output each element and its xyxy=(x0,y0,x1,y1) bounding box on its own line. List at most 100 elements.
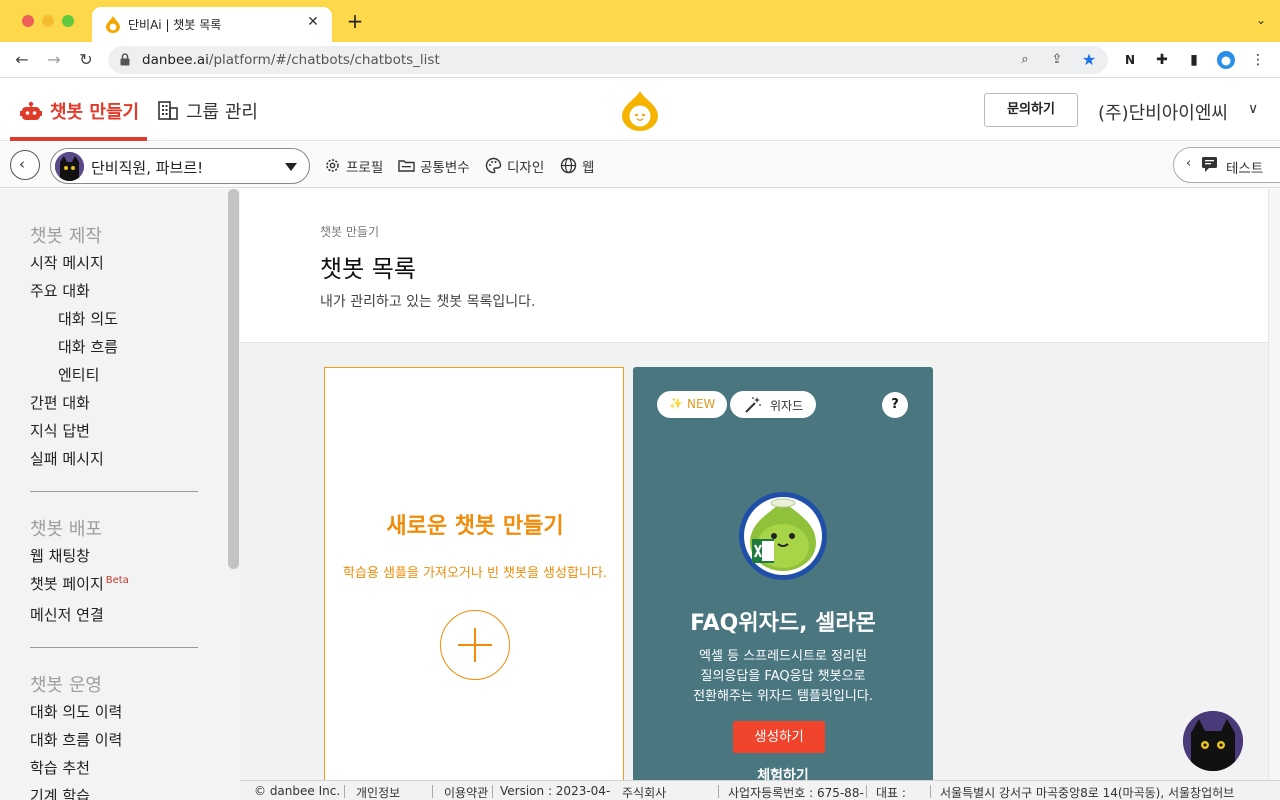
sidebar-section-build: 챗봇 제작 xyxy=(30,226,102,247)
sidebar-item-web-chat[interactable]: 웹 채팅창 xyxy=(30,545,90,566)
sidebar-item-entity[interactable]: 엔티티 xyxy=(58,364,99,385)
wizard-badge-label: 위자드 xyxy=(770,399,804,413)
inquiry-button[interactable]: 문의하기 xyxy=(984,93,1078,127)
danbee-favicon-icon xyxy=(106,16,120,33)
app-header: 챗봇 만들기 그룹 관리 문의하기 (주)단비아이엔씨 ∨ xyxy=(0,79,1280,141)
faq-desc-line1: 엑셀 등 스프레드시트로 정리된 xyxy=(699,649,867,664)
page-header: 챗봇 만들기 챗봇 목록 내가 관리하고 있는 챗봇 목록입니다. xyxy=(240,189,1268,343)
create-button[interactable]: 생성하기 xyxy=(733,721,825,753)
faq-wizard-title: FAQ위자드, 셀라몬 xyxy=(690,611,876,636)
new-chatbot-card[interactable]: 새로운 챗봇 만들기 학습용 샘플을 가져오거나 빈 챗봇을 생성합니다. xyxy=(324,367,624,800)
footer-separator xyxy=(718,785,719,798)
url-path: /platform/#/chatbots/chatbots_list xyxy=(208,52,440,68)
chatbot-toolbar: ‹ 단비직원, 파브르! 프로필 공통변수 디자인 웹 ‹ 테스트 xyxy=(0,142,1280,188)
browser-menu-icon[interactable]: ⋮ xyxy=(1248,50,1268,70)
sidebar-item-intent[interactable]: 대화 의도 xyxy=(58,308,118,329)
sidebar-item-start-message[interactable]: 시작 메시지 xyxy=(30,252,104,273)
footer-bizno: 사업자등록번호 : 675-88- xyxy=(728,786,864,800)
chevron-down-icon[interactable]: ∨ xyxy=(1248,101,1258,117)
help-button[interactable]: ? xyxy=(882,392,908,418)
notion-extension-icon[interactable]: N xyxy=(1120,50,1140,70)
test-panel-button[interactable]: ‹ 테스트 xyxy=(1173,147,1280,183)
chat-widget-button[interactable] xyxy=(1183,711,1243,771)
close-window-button[interactable] xyxy=(22,15,34,27)
sidebar-item-flow[interactable]: 대화 흐름 xyxy=(58,336,118,357)
footer-separator xyxy=(432,785,433,798)
minimize-window-button[interactable] xyxy=(42,15,54,27)
bookmark-star-icon[interactable]: ★ xyxy=(1080,51,1098,69)
test-label: 테스트 xyxy=(1226,161,1264,177)
sidebar-item-fail-message[interactable]: 실패 메시지 xyxy=(30,448,104,469)
sidebar-item-messenger[interactable]: 메신저 연결 xyxy=(30,604,104,625)
gear-icon xyxy=(326,159,339,172)
chevron-left-icon: ‹ xyxy=(1186,156,1192,171)
maximize-window-button[interactable] xyxy=(62,15,74,27)
sidepanel-icon[interactable]: ▮ xyxy=(1184,50,1204,70)
sidebar-item-knowledge[interactable]: 지식 답변 xyxy=(30,420,90,441)
footer-separator xyxy=(866,785,867,798)
sidebar: 챗봇 제작 시작 메시지 주요 대화 대화 의도 대화 흐름 엔티티 간편 대화… xyxy=(0,189,240,800)
close-tab-icon[interactable]: ✕ xyxy=(304,13,322,31)
chat-bubble-icon xyxy=(1202,157,1217,172)
footer-address: 서울특별시 강서구 마곡중앙8로 14(마곡동), 서울창업허브 xyxy=(940,786,1235,800)
new-chatbot-description: 학습용 샘플을 가져오거나 빈 챗봇을 생성합니다. xyxy=(343,566,607,581)
sidebar-item-main-dialog[interactable]: 주요 대화 xyxy=(30,280,90,301)
share-icon[interactable]: ⇪ xyxy=(1048,51,1066,69)
company-name[interactable]: (주)단비아이엔씨 xyxy=(1098,99,1228,125)
footer-ceo: 대표 : xyxy=(876,786,906,800)
sidebar-item-flow-history[interactable]: 대화 흐름 이력 xyxy=(30,729,122,750)
reload-icon[interactable]: ↻ xyxy=(76,50,96,70)
sidebar-scrollbar[interactable] xyxy=(228,189,239,569)
tab-search-chevron-icon[interactable]: ⌄ xyxy=(1256,13,1266,27)
bot-avatar xyxy=(55,152,84,181)
toolbar-profile-label: 프로필 xyxy=(346,160,384,176)
sidebar-section-operate: 챗봇 운영 xyxy=(30,675,102,696)
back-button[interactable]: ‹ xyxy=(10,150,40,180)
faq-wizard-description: 엑셀 등 스프레드시트로 정리된 질의응답을 FAQ응답 챗봇으로 전환해주는 … xyxy=(633,647,933,707)
toolbar-design-label: 디자인 xyxy=(507,160,545,176)
nav-group-label: 그룹 관리 xyxy=(186,102,258,123)
robot-icon xyxy=(20,101,42,120)
sidebar-item-learning-suggest[interactable]: 학습 추천 xyxy=(30,757,90,778)
new-badge-label: NEW xyxy=(687,397,716,411)
sidebar-item-chatbot-page[interactable]: 챗봇 페이지 Beta xyxy=(30,573,129,594)
footer-terms-link[interactable]: 이용약관 xyxy=(444,784,488,800)
sparkle-icon: ✨ xyxy=(669,397,683,410)
wizard-badge: 위자드 xyxy=(730,391,816,418)
zoom-search-icon[interactable]: ⌕ xyxy=(1016,51,1034,69)
new-badge: ✨ NEW xyxy=(657,391,727,418)
active-nav-underline xyxy=(10,137,147,141)
magic-wand-icon xyxy=(745,397,761,413)
footer-separator xyxy=(344,785,345,798)
forward-arrow-icon[interactable]: → xyxy=(44,50,64,70)
back-arrow-icon[interactable]: ← xyxy=(12,50,32,70)
address-bar[interactable]: danbee.ai/platform/#/chatbots/chatbots_l… xyxy=(108,46,1108,74)
sidebar-item-simple-dialog[interactable]: 간편 대화 xyxy=(30,392,90,413)
sidebar-item-intent-history[interactable]: 대화 의도 이력 xyxy=(30,701,122,722)
main-scrollbar[interactable] xyxy=(1268,189,1280,800)
sidebar-divider xyxy=(30,491,198,492)
plus-circle-icon[interactable] xyxy=(440,610,510,680)
faq-desc-line3: 전환해주는 위자드 템플릿입니다. xyxy=(693,689,873,704)
black-cat-avatar-icon xyxy=(1183,711,1243,771)
danbee-logo-icon[interactable] xyxy=(622,91,658,131)
building-icon xyxy=(158,101,178,120)
sidebar-divider xyxy=(30,647,198,648)
breadcrumb[interactable]: 챗봇 만들기 xyxy=(320,223,379,240)
extensions-puzzle-icon[interactable]: ✚ xyxy=(1152,50,1172,70)
footer-privacy-link[interactable]: 개인정보 xyxy=(356,784,400,800)
footer-separator xyxy=(492,785,493,798)
chatbot-selector[interactable]: 단비직원, 파브르! xyxy=(50,148,310,184)
nav-build-label: 챗봇 만들기 xyxy=(50,102,140,123)
footer: © danbee Inc. 개인정보 이용약관 Version : 2023-0… xyxy=(240,780,1280,800)
sidebar-item-machine-learning[interactable]: 기계 학습 xyxy=(30,785,90,800)
profile-avatar-icon[interactable] xyxy=(1216,50,1236,70)
browser-tab-bar: 단비Ai | 챗봇 목록 ✕ + ⌄ xyxy=(0,0,1280,42)
nav-chatbot-build[interactable]: 챗봇 만들기 xyxy=(10,79,147,141)
browser-tab-active[interactable]: 단비Ai | 챗봇 목록 ✕ xyxy=(92,7,332,42)
page-title: 챗봇 목록 xyxy=(320,255,416,283)
browser-toolbar: ← → ↻ danbee.ai/platform/#/chatbots/chat… xyxy=(0,42,1280,78)
new-tab-button[interactable]: + xyxy=(344,10,366,32)
faq-wizard-card: ✨ NEW 위자드 ? FAQ위자드, 셀라몬 엑셀 등 스프레드시트로 정리된… xyxy=(633,367,933,800)
palette-icon xyxy=(485,157,502,174)
